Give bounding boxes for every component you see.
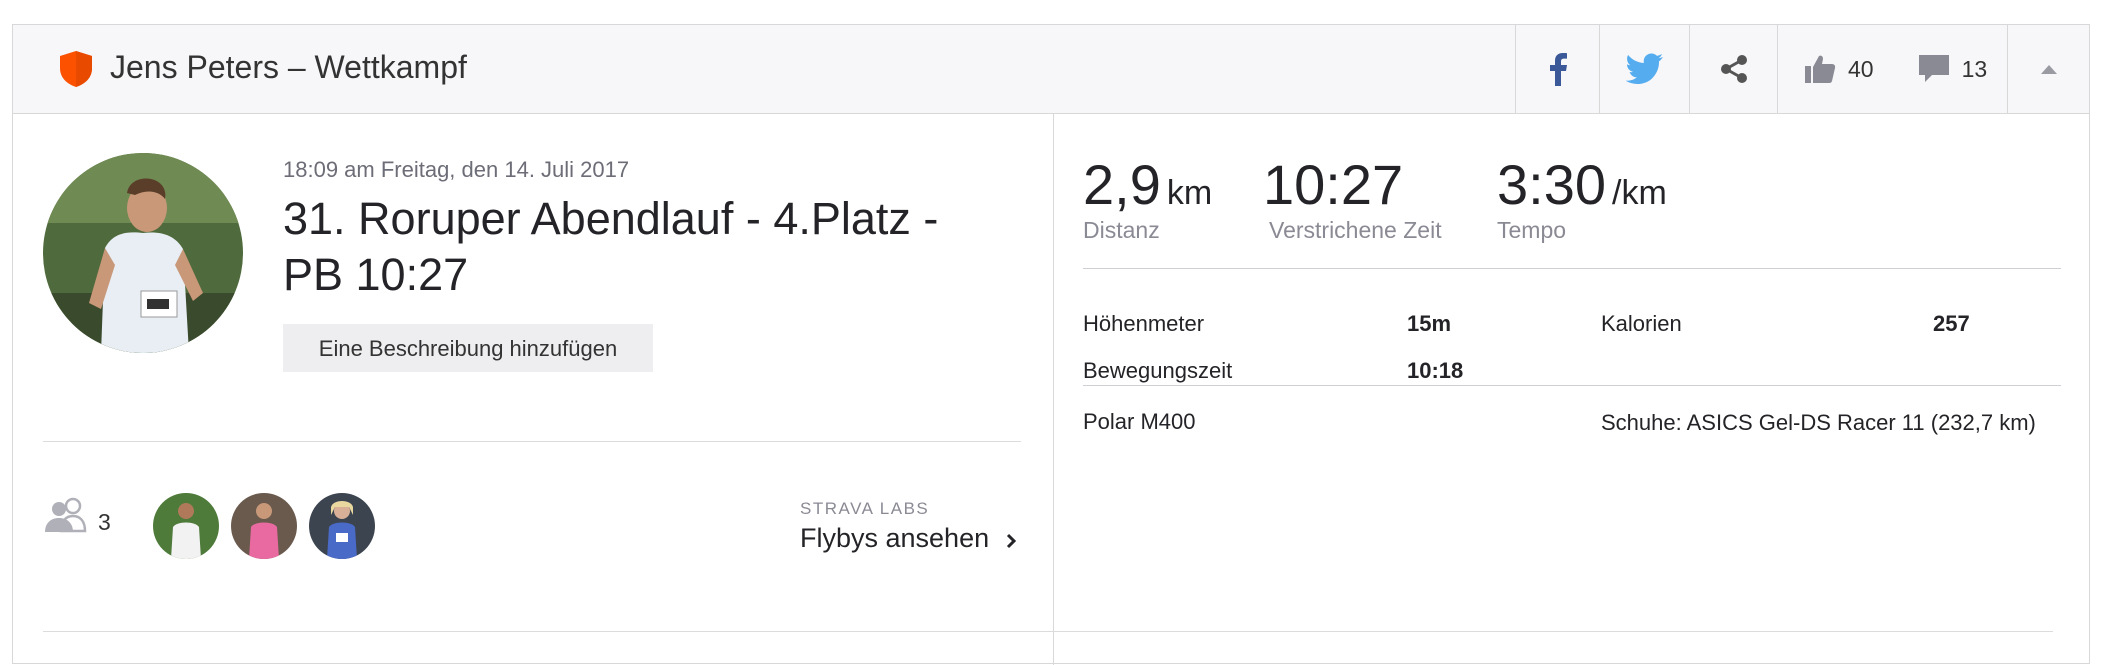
twitter-icon — [1625, 53, 1663, 84]
pace-unit: /km — [1612, 174, 1667, 212]
add-description-button[interactable]: Eine Beschreibung hinzufügen — [283, 324, 653, 372]
elapsed-label: Verstrichene Zeit — [1269, 217, 1442, 243]
divider — [43, 631, 2053, 632]
divider — [1083, 385, 2061, 386]
activity-date: 18:09 am Freitag, den 14. Juli 2017 — [283, 157, 630, 182]
elevation-value: 15m — [1407, 311, 1452, 336]
distance-label: Distanz — [1083, 217, 1160, 243]
divider — [1083, 268, 2061, 269]
collapse-button[interactable] — [2007, 25, 2089, 113]
pace-label: Tempo — [1497, 217, 1567, 243]
shield-icon — [60, 51, 92, 87]
strava-labs-tag: STRAVA LABS — [800, 499, 930, 518]
activity-summary: 18:09 am Freitag, den 14. Juli 2017 31. … — [13, 113, 1054, 665]
stat-pace: 3:30/km Tempo — [1497, 155, 1667, 244]
facebook-share-button[interactable] — [1515, 25, 1599, 113]
athlete-photo — [309, 493, 375, 559]
activity-header: Jens Peters – Wettkampf 40 13 — [13, 25, 2089, 114]
calories-value: 257 — [1933, 311, 1970, 336]
kudos-comments-group: 40 13 — [1777, 25, 2007, 113]
calories-label: Kalorien — [1601, 311, 1682, 336]
athlete-avatar[interactable] — [43, 153, 243, 353]
share-button[interactable] — [1689, 25, 1777, 113]
elevation-label: Höhenmeter — [1083, 311, 1205, 336]
activity-title[interactable]: 31. Roruper Abendlauf - 4.Platz - PB 10:… — [283, 191, 1003, 303]
share-icon — [1720, 55, 1747, 83]
athlete-photo — [231, 493, 297, 559]
comments-button[interactable]: 13 — [1918, 54, 1988, 84]
header-title: Jens Peters – Wettkampf — [110, 49, 467, 85]
group-athlete-avatar[interactable] — [153, 493, 219, 559]
athlete-photo — [153, 493, 219, 559]
comment-icon — [1918, 55, 1949, 82]
chevron-right-icon — [1006, 533, 1016, 549]
distance-unit: km — [1166, 174, 1213, 212]
distance-value: 2,9 — [1083, 153, 1161, 216]
moving-time-value: 10:18 — [1407, 358, 1464, 383]
twitter-share-button[interactable] — [1599, 25, 1689, 113]
flybys-link[interactable]: Flybys ansehen — [800, 523, 989, 554]
comment-count: 13 — [1961, 55, 1988, 82]
thumbs-up-icon — [1805, 55, 1836, 83]
activity-card: Jens Peters – Wettkampf 40 13 18:09 am F… — [12, 24, 2091, 665]
kudos-button[interactable]: 40 — [1804, 53, 1874, 85]
pace-value: 3:30 — [1497, 153, 1606, 216]
shoes-info: Schuhe: ASICS Gel-DS Racer 11 (232,7 km) — [1601, 410, 2036, 435]
stat-distance: 2,9 km Distanz — [1083, 155, 1212, 244]
caret-up-icon — [2040, 65, 2057, 74]
device-name: Polar M400 — [1083, 409, 1196, 434]
athlete-photo — [43, 153, 243, 353]
athletes-icon — [45, 497, 87, 533]
moving-time-label: Bewegungszeit — [1083, 358, 1233, 383]
group-athlete-avatar[interactable] — [231, 493, 297, 559]
athletes-count: 3 — [98, 509, 111, 535]
group-athlete-avatar[interactable] — [309, 493, 375, 559]
stat-elapsed-time: 10:27 Verstrichene Zeit — [1263, 155, 1442, 244]
activity-stats: 2,9 km Distanz 10:27 Verstrichene Zeit 3:… — [1053, 113, 2091, 665]
header-actions: 40 13 — [1515, 25, 2089, 113]
kudos-count: 40 — [1848, 55, 1874, 82]
elapsed-value: 10:27 — [1263, 153, 1404, 216]
divider — [43, 441, 1021, 442]
facebook-icon — [1549, 53, 1567, 86]
